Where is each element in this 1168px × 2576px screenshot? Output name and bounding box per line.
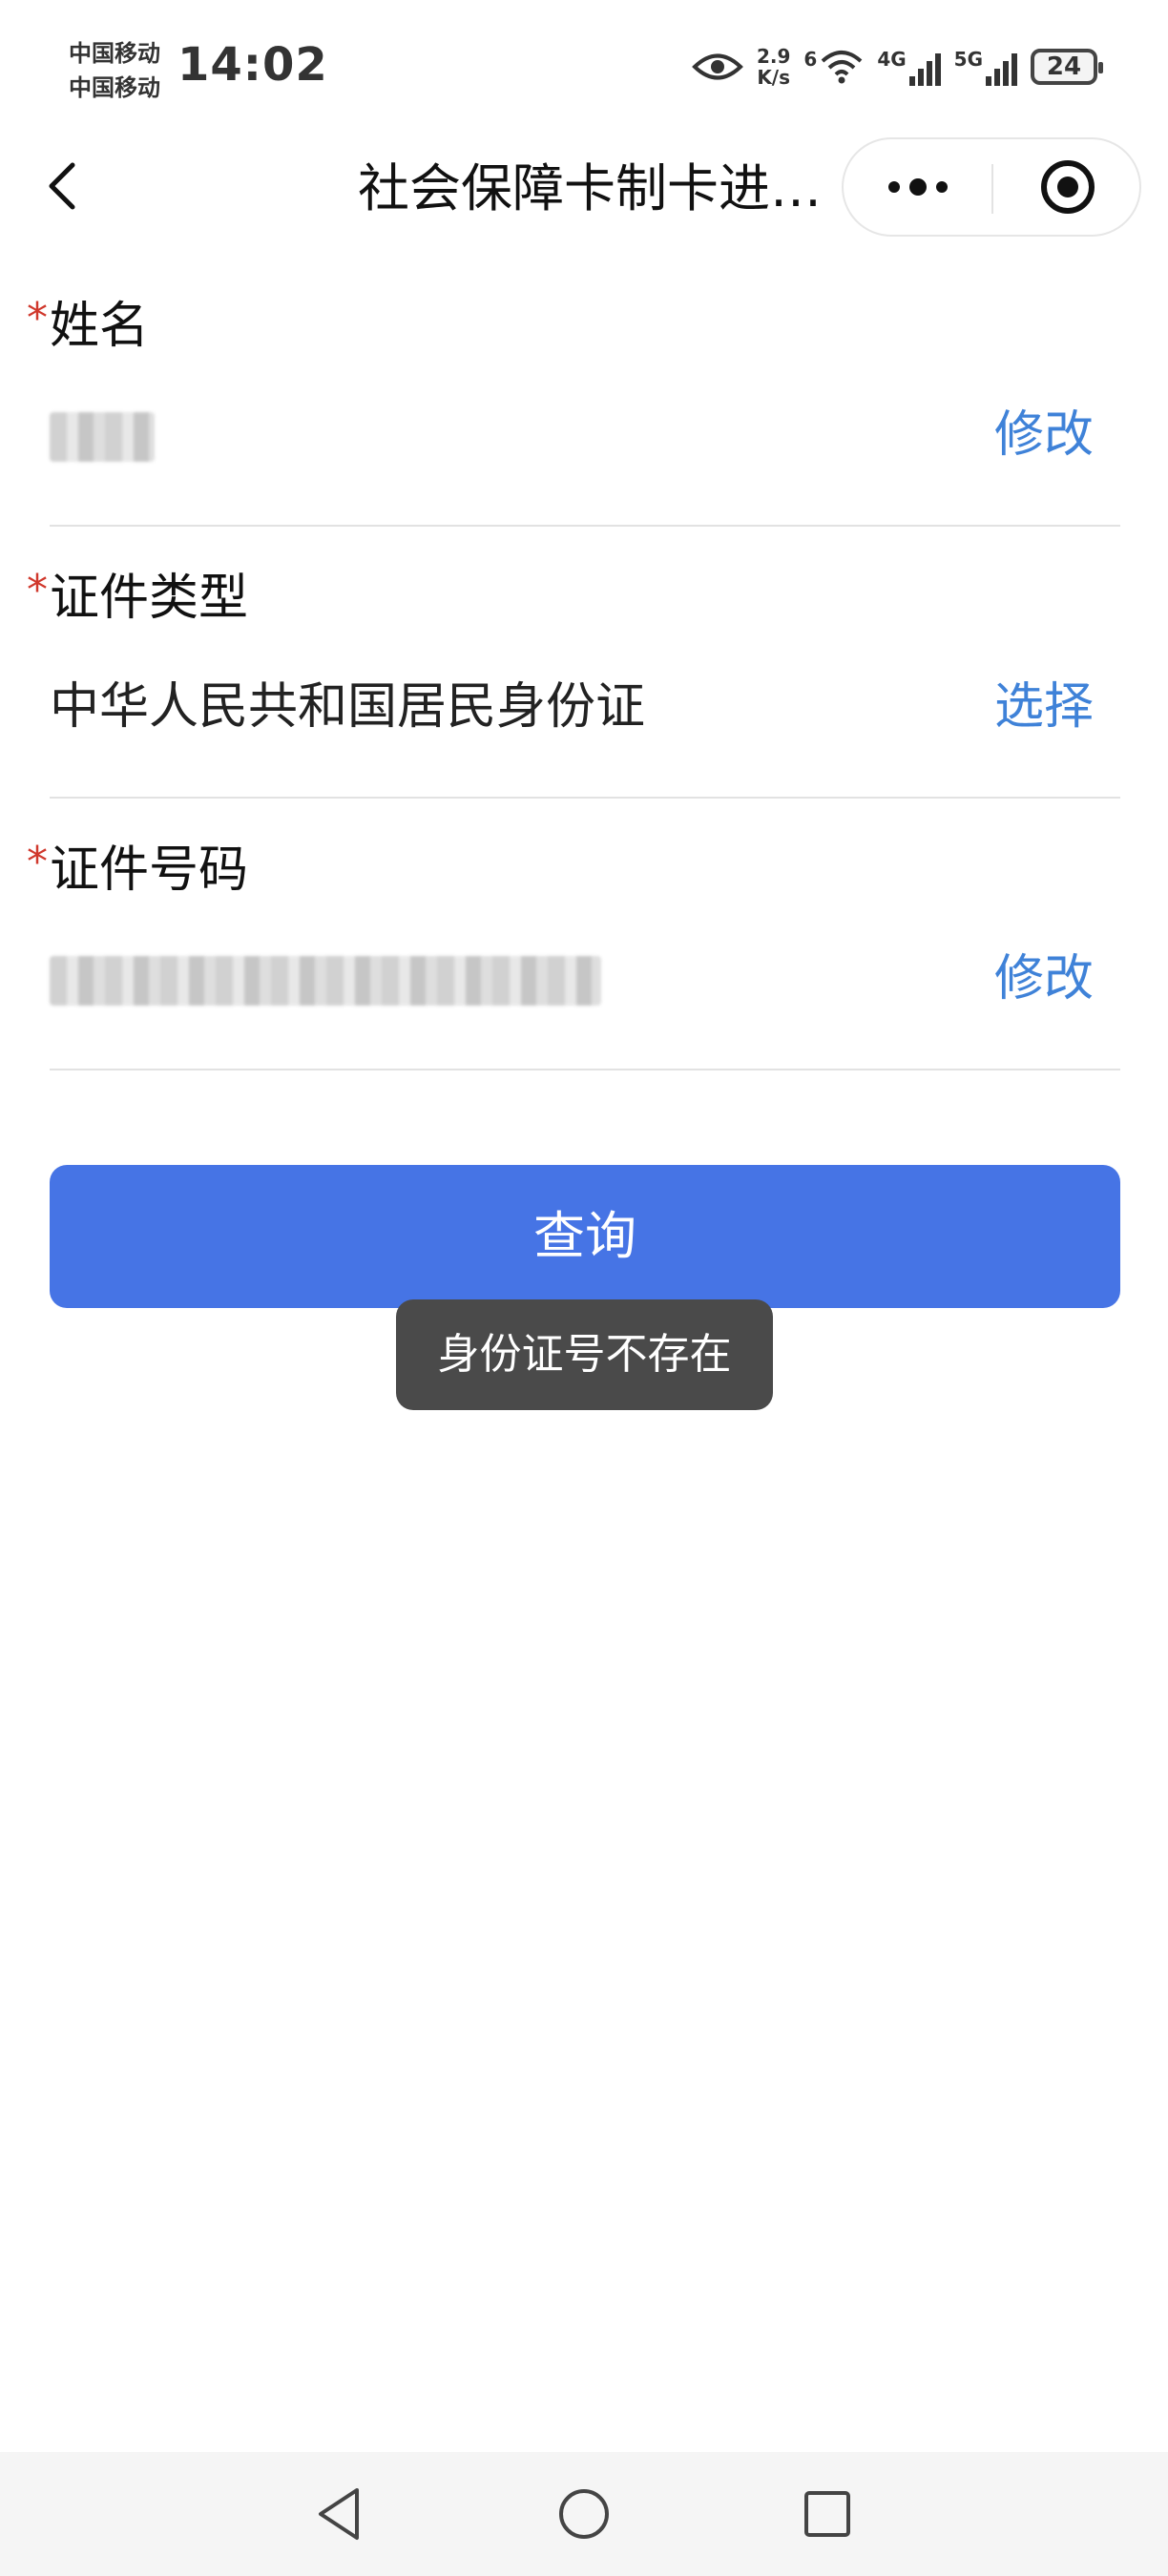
signal-5g-label: 5G — [953, 48, 983, 71]
system-back-button[interactable] — [307, 2481, 374, 2547]
id-number-label: 证件号码 — [50, 841, 249, 899]
back-button[interactable] — [38, 157, 95, 215]
edit-id-number-button[interactable]: 修改 — [994, 950, 1094, 1008]
signal-5g: 5G — [954, 48, 1017, 86]
status-bar: 中国移动 中国移动 14:02 2.9 K/s 6 4G 5G 24 — [0, 0, 1168, 134]
nav-bar: 社会保障卡制卡进… — [0, 134, 1168, 243]
id-type-field: * 证件类型 中华人民共和国居民身份证 选择 — [27, 566, 1120, 799]
query-button[interactable]: 查询 — [50, 1165, 1120, 1308]
menu-capsule — [842, 137, 1141, 237]
signal-bar — [917, 69, 924, 86]
divider — [50, 525, 1120, 527]
back-arrow-icon — [49, 162, 75, 210]
signal-bar — [926, 61, 932, 86]
signal-4g: 4G — [877, 48, 941, 86]
wifi-label: 6 — [803, 48, 818, 71]
wifi-icon — [821, 51, 863, 84]
more-button[interactable] — [844, 139, 991, 235]
error-toast: 身份证号不存在 — [396, 1299, 773, 1410]
edit-name-button[interactable]: 修改 — [994, 406, 1094, 464]
id-number-field: * 证件号码 修改 — [27, 838, 1120, 1070]
required-mark: * — [27, 294, 48, 343]
signal-bar — [1003, 61, 1009, 86]
eye-icon — [692, 53, 743, 80]
name-field: * 姓名 修改 — [27, 294, 1120, 527]
close-miniprogram-button[interactable] — [993, 139, 1141, 235]
id-type-value: 中华人民共和国居民身份证 — [50, 678, 646, 736]
more-dots-icon — [887, 178, 948, 196]
net-speed: 2.9 K/s — [757, 46, 790, 88]
select-id-type-button[interactable]: 选择 — [994, 678, 1094, 736]
required-mark: * — [27, 566, 48, 614]
name-value-redacted — [50, 412, 155, 462]
name-label: 姓名 — [50, 298, 150, 355]
home-circle-icon — [559, 2489, 609, 2539]
signal-bar — [994, 69, 1000, 86]
signal-bar — [986, 76, 991, 86]
id-number-value-redacted — [50, 956, 601, 1006]
target-circle-icon — [1040, 160, 1095, 214]
battery-icon: 24 — [1031, 49, 1103, 85]
system-nav-bar — [0, 2452, 1168, 2576]
signal-bar — [908, 76, 915, 86]
required-mark: * — [27, 838, 48, 886]
net-speed-value: 2.9 — [756, 45, 791, 68]
net-speed-unit: K/s — [757, 66, 791, 89]
carrier-1: 中国移动 — [69, 40, 160, 67]
screen: 中国移动 中国移动 14:02 2.9 K/s 6 4G 5G 24 社会保障卡… — [0, 0, 1168, 2576]
wifi-indicator: 6 — [803, 48, 864, 86]
page-title: 社会保障卡制卡进… — [358, 158, 816, 218]
system-recents-button[interactable] — [794, 2481, 861, 2547]
signal-bar — [934, 53, 941, 86]
recents-square-icon — [804, 2491, 850, 2537]
carrier-2: 中国移动 — [69, 74, 160, 101]
divider — [50, 797, 1120, 799]
signal-bar — [1012, 53, 1017, 86]
id-type-label: 证件类型 — [50, 570, 249, 627]
clock: 14:02 — [177, 38, 328, 92]
system-home-button[interactable] — [551, 2481, 617, 2547]
divider — [50, 1069, 1120, 1070]
back-triangle-icon — [319, 2488, 359, 2540]
status-icons: 2.9 K/s 6 4G 5G 24 — [692, 38, 1103, 95]
signal-4g-label: 4G — [877, 48, 907, 71]
carrier-info: 中国移动 中国移动 — [69, 36, 160, 105]
